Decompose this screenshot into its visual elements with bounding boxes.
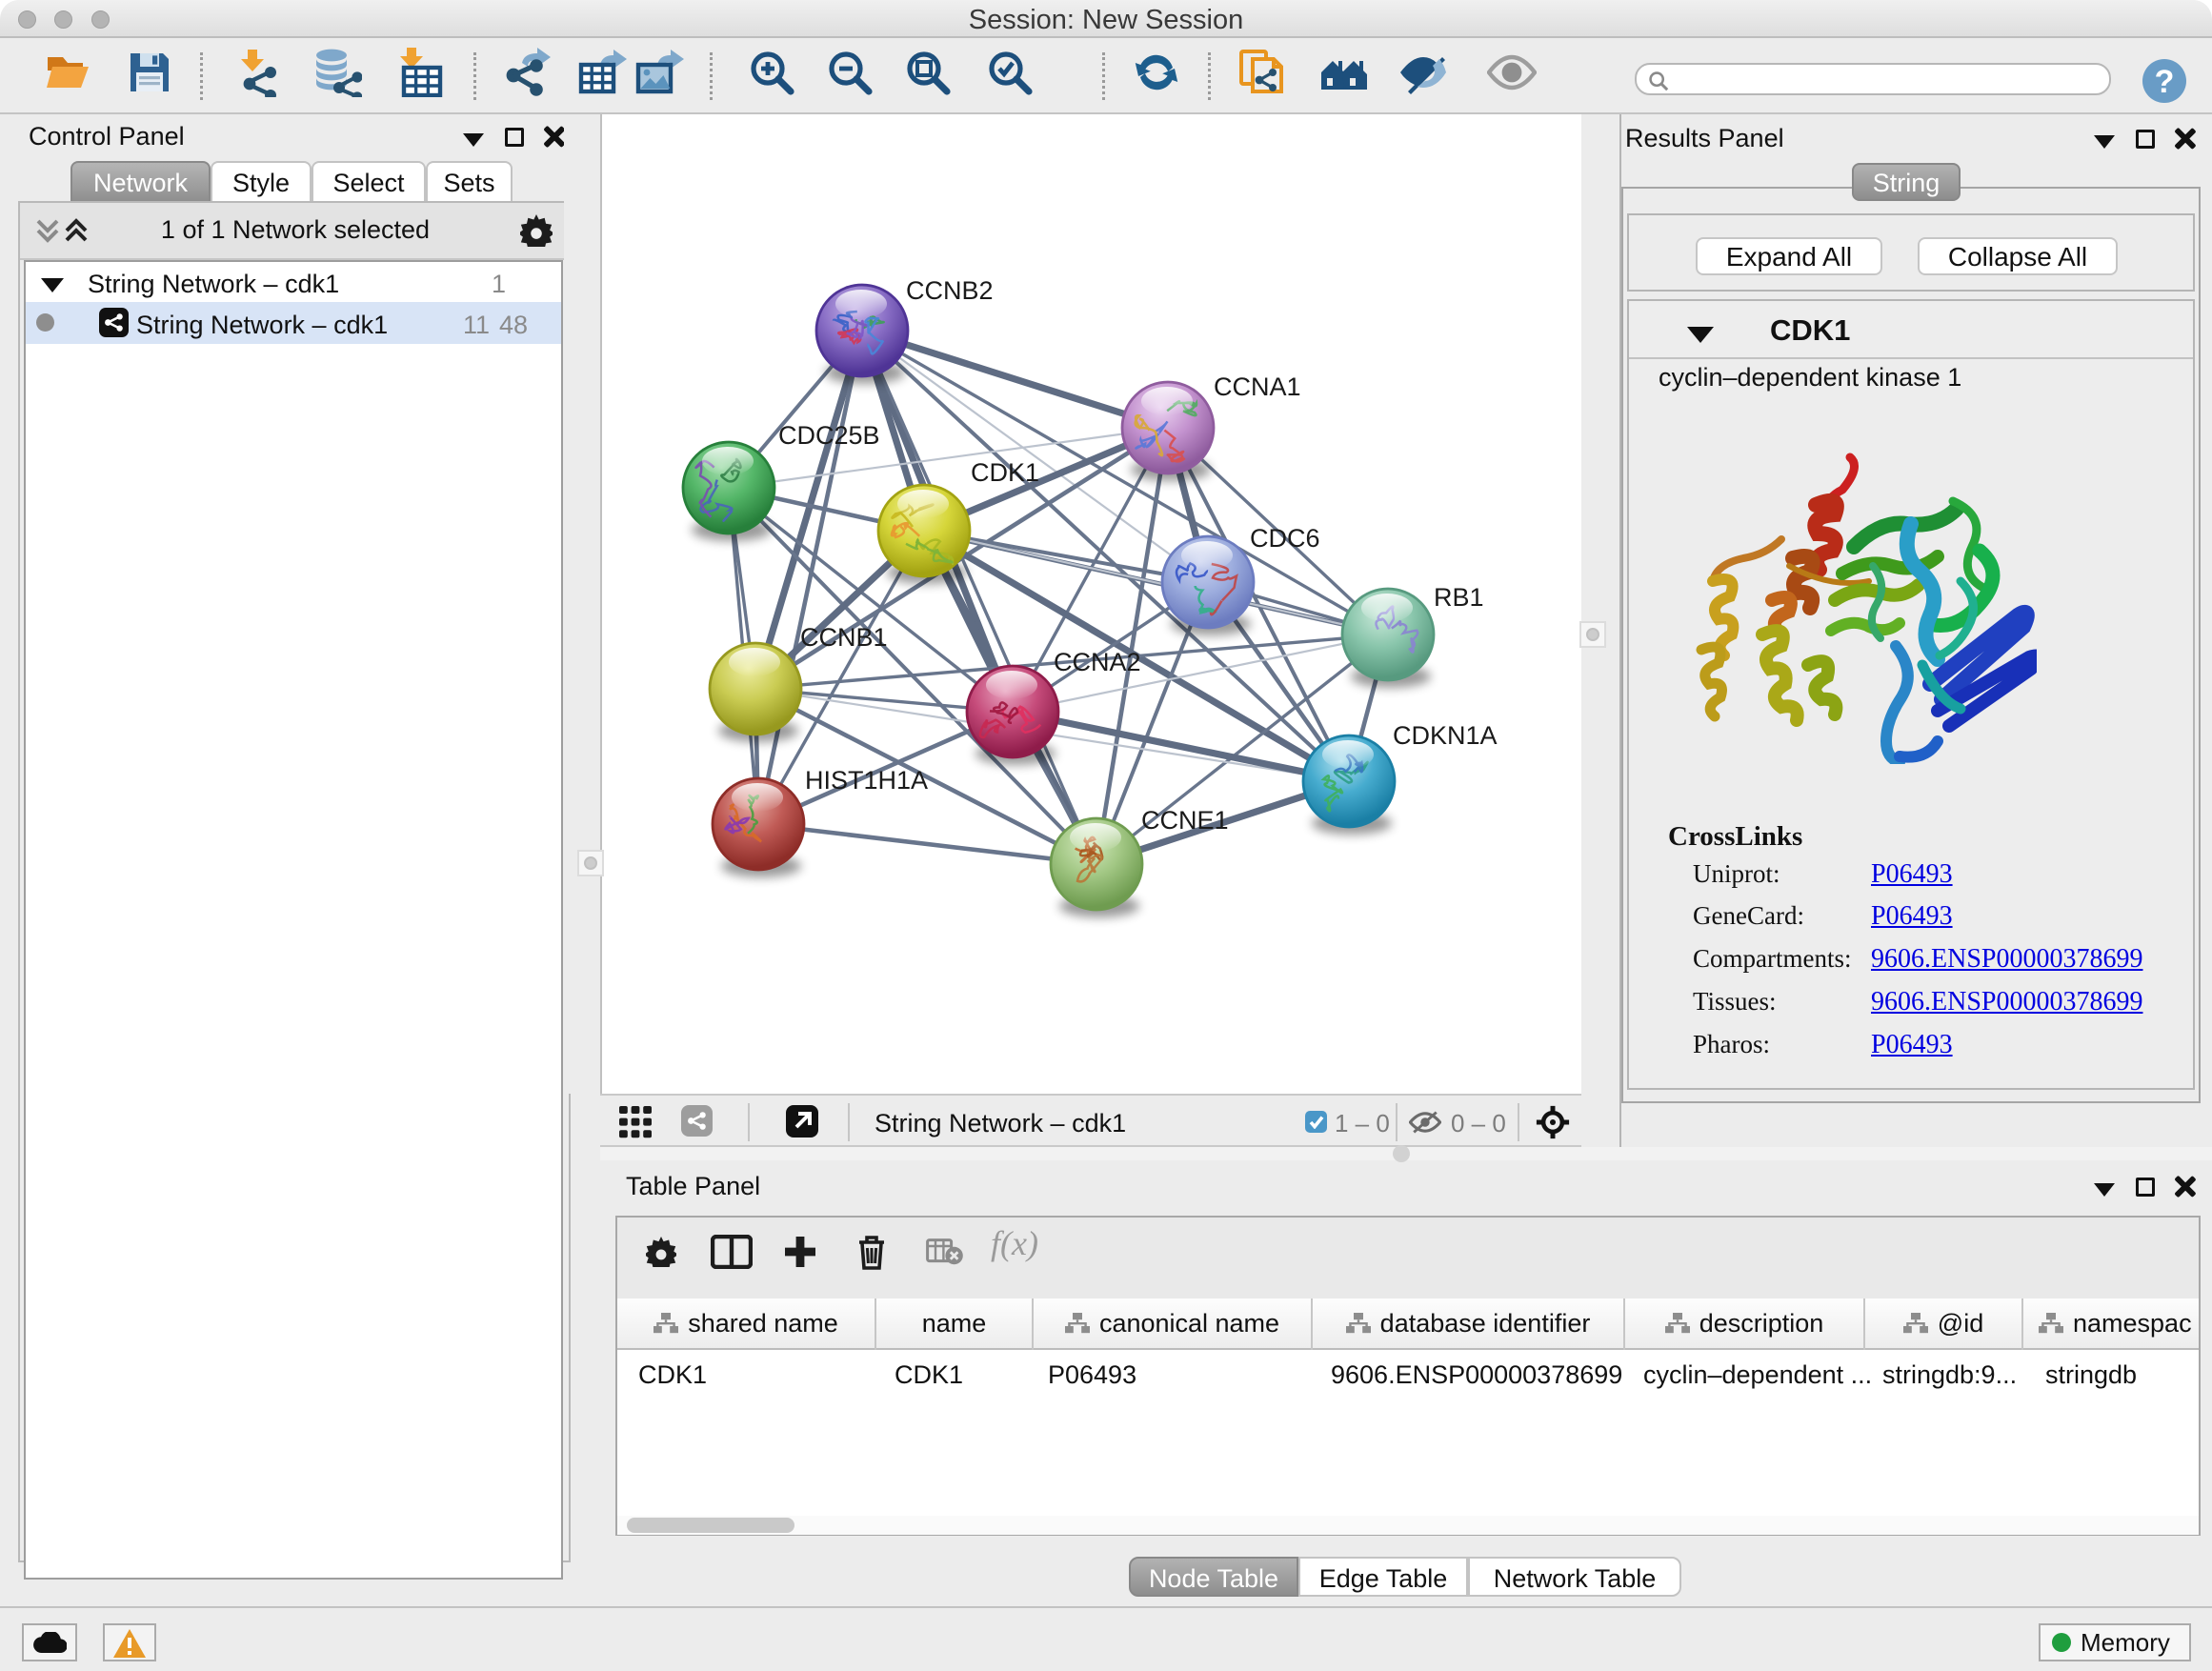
svg-text:CDC6: CDC6 xyxy=(1250,524,1320,553)
svg-text:RB1: RB1 xyxy=(1434,583,1484,612)
svg-text:CDC25B: CDC25B xyxy=(778,421,880,450)
svg-text:CCNE1: CCNE1 xyxy=(1141,806,1229,835)
svg-text:CCNB2: CCNB2 xyxy=(906,276,994,305)
svg-text:?: ? xyxy=(2155,64,2175,100)
svg-text:CDK1: CDK1 xyxy=(971,458,1039,487)
svg-text:CCNB1: CCNB1 xyxy=(800,623,888,652)
svg-text:CDKN1A: CDKN1A xyxy=(1393,721,1498,750)
svg-text:CCNA2: CCNA2 xyxy=(1054,648,1141,676)
svg-text:CCNA1: CCNA1 xyxy=(1214,372,1301,401)
svg-text:HIST1H1A: HIST1H1A xyxy=(805,766,928,795)
